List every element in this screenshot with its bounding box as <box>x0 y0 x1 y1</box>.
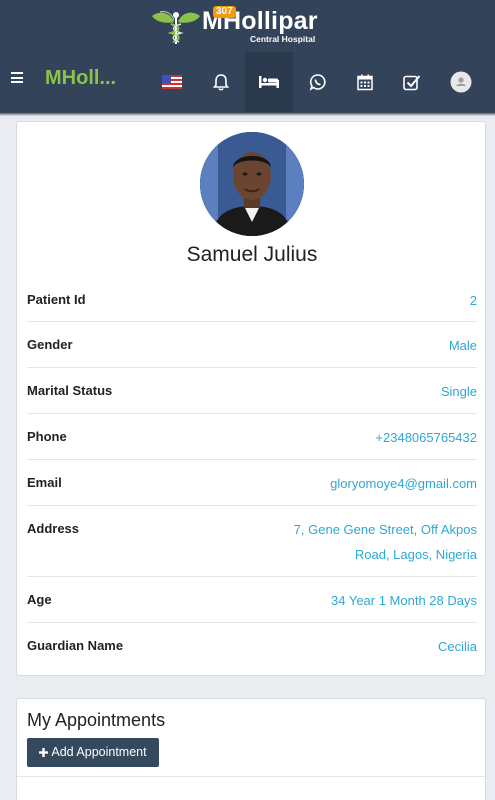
marital-status-value: Single <box>440 384 477 399</box>
appointments-divider <box>17 776 485 777</box>
patient-avatar <box>200 132 304 236</box>
phone-value[interactable]: +2348065765432 <box>375 425 477 450</box>
brand-subtitle: Central Hospital <box>250 34 316 44</box>
add-appointment-button[interactable]: Add Appointment <box>27 738 159 767</box>
appointments-title: My Appointments <box>27 710 166 730</box>
calendar-icon <box>357 74 373 91</box>
gender-value: Male <box>448 338 477 353</box>
hospital-logo[interactable]: MHollipar Central Hospital <box>150 6 350 48</box>
navbar-shadow <box>0 112 495 116</box>
info-row-phone: Phone +2348065765432 <box>27 413 477 459</box>
us-flag-icon <box>162 75 182 89</box>
info-row-patient-id: Patient Id 2 <box>27 288 477 321</box>
beds-button[interactable] <box>245 52 293 112</box>
age-label: Age <box>27 592 52 607</box>
whatsapp-button[interactable] <box>294 52 342 112</box>
patient-photo <box>200 132 304 236</box>
bed-icon <box>259 76 279 88</box>
top-navbar: MHoll... <box>0 52 495 112</box>
tasks-button[interactable] <box>388 52 436 112</box>
info-row-marital-status: Marital Status Single <box>27 367 477 413</box>
age-value: 34 Year 1 Month 28 Days <box>331 593 477 608</box>
info-row-address: Address 7, Gene Gene Street, Off Akpos R… <box>27 505 477 576</box>
user-avatar-icon <box>450 71 472 93</box>
patient-profile-card: Samuel Julius Patient Id 2 Gender Male M… <box>16 121 486 676</box>
guardian-name-label: Guardian Name <box>27 638 124 653</box>
nav-title[interactable]: MHoll... <box>45 66 116 90</box>
phone-label: Phone <box>27 429 67 444</box>
guardian-name-value: Cecilia <box>437 639 477 654</box>
calendar-button[interactable] <box>341 52 389 112</box>
info-row-gender: Gender Male <box>27 321 477 367</box>
info-row-guardian-name: Guardian Name Cecilia <box>27 622 477 668</box>
address-value-line2: Road, Lagos, Nigeria <box>354 547 477 562</box>
appointments-card: My Appointments Add Appointment <box>16 698 486 800</box>
email-label: Email <box>27 475 62 490</box>
patient-id-value: 2 <box>469 293 477 308</box>
menu-icon[interactable] <box>11 72 23 83</box>
whatsapp-icon <box>309 74 326 91</box>
gender-label: Gender <box>27 337 73 352</box>
marital-status-label: Marital Status <box>27 383 113 398</box>
user-menu-button[interactable] <box>437 52 485 112</box>
language-selector[interactable] <box>148 52 196 112</box>
notifications-button[interactable] <box>197 52 245 112</box>
info-row-age: Age 34 Year 1 Month 28 Days <box>27 576 477 622</box>
checkbox-icon <box>403 75 421 91</box>
plus-icon <box>39 747 49 757</box>
address-label: Address <box>27 521 80 536</box>
patient-name: Samuel Julius <box>186 243 318 266</box>
bell-icon <box>213 74 229 91</box>
add-appointment-label: Add Appointment <box>51 745 147 759</box>
notification-count-badge: 307 <box>213 6 236 18</box>
info-row-email: Email gloryomoye4@gmail.com <box>27 459 477 505</box>
address-value-line1: 7, Gene Gene Street, Off Akpos <box>293 522 477 537</box>
brand-bar: MHollipar Central Hospital <box>0 0 495 52</box>
caduceus-logo-icon <box>152 11 200 44</box>
patient-id-label: Patient Id <box>27 292 86 307</box>
email-value[interactable]: gloryomoye4@gmail.com <box>330 471 477 496</box>
